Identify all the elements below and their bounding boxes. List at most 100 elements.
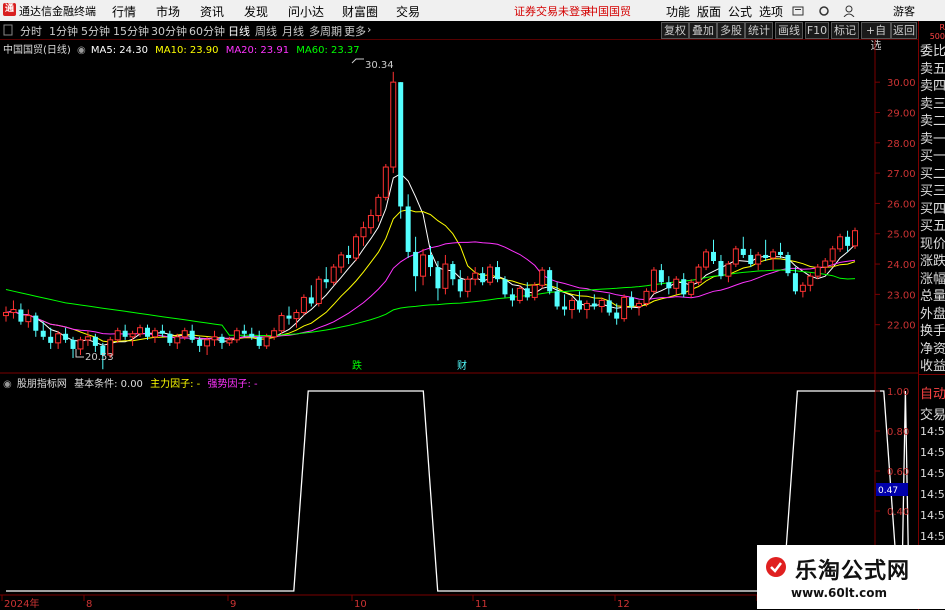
high-price-label: 30.34 (365, 60, 394, 71)
menu-options[interactable]: 选项 (759, 3, 783, 20)
candle-body (785, 254, 791, 274)
watermark-url: www.60lt.com (791, 586, 888, 600)
candle-body (33, 315, 39, 331)
app-title: 通达信金融终端 (19, 5, 96, 18)
trade-time-entry: 14:56 (920, 488, 945, 501)
candle-body (621, 296, 628, 320)
candle-body (271, 330, 278, 338)
menu-quotes[interactable]: 行情 (112, 3, 136, 20)
more-chevron-icon[interactable]: › (367, 23, 371, 36)
candle-body (174, 336, 181, 344)
login-warning[interactable]: 证券交易未登录 (514, 3, 591, 19)
menu-ask[interactable]: 问小达 (288, 3, 324, 20)
auto-trade-label[interactable]: 自动 (920, 383, 945, 402)
period-multi[interactable]: 多周期 (309, 23, 342, 39)
candle-body (778, 251, 784, 255)
overlay-button[interactable]: 叠加 (689, 22, 717, 39)
candle-body (718, 261, 724, 277)
candle-body (308, 297, 314, 304)
menu-news[interactable]: 资讯 (200, 3, 224, 20)
strong-factor-label: 强势因子: - (207, 379, 258, 390)
candle-body (629, 297, 635, 307)
stats-button[interactable]: 统计 (745, 22, 773, 39)
title-bar: 通 通达信金融终端 行情 市场 资讯 发现 问小达 财富圈 交易 证券交易未登录… (0, 0, 945, 21)
period-more[interactable]: 更多 (344, 23, 366, 39)
menu-toggle-icon[interactable] (3, 24, 13, 36)
menu-discover[interactable]: 发现 (244, 3, 268, 20)
ma60-line (5, 269, 856, 336)
candle-body (330, 266, 337, 283)
date-axis-label: 2024年 (4, 597, 39, 609)
candle-body (531, 284, 538, 298)
date-axis-label: 9 (230, 599, 236, 609)
menu-market[interactable]: 市场 (156, 3, 180, 20)
candle-body (256, 336, 262, 346)
indicator-axis-label: 0.60 (887, 467, 909, 478)
period-5min[interactable]: 5分钟 (81, 23, 110, 39)
period-monthly[interactable]: 月线 (282, 23, 304, 39)
menu-wealth[interactable]: 财富圈 (342, 3, 378, 20)
adjust-button[interactable]: 复权 (661, 22, 689, 39)
candle-body (524, 288, 530, 298)
candle-body (435, 267, 441, 289)
user-icon[interactable] (843, 5, 855, 17)
draw-line-button[interactable]: 画线 (775, 22, 803, 39)
period-15min[interactable]: 15分钟 (113, 23, 149, 39)
price-axis-label: 27.00 (887, 169, 916, 180)
candle-body (181, 330, 188, 338)
user-name[interactable]: 游客 (893, 3, 915, 19)
candle-body (263, 336, 270, 347)
quote-field-label: 收益 (920, 359, 945, 374)
event-marker-finance[interactable]: 财 (457, 359, 467, 372)
candle-body (63, 333, 69, 340)
mark-button[interactable]: 标记 (831, 22, 859, 39)
add-watchlist-button[interactable]: +自选 (861, 22, 891, 52)
candle-body (614, 312, 620, 319)
indicator-collapse-icon[interactable]: ◉ (3, 379, 12, 390)
watermark-title: 乐淘公式网 (795, 559, 911, 584)
candle-body (360, 227, 367, 238)
indicator-name[interactable]: 股朋指标网 (17, 379, 67, 390)
candle-body (382, 166, 389, 198)
base-condition-label: 基本条件: 0.00 (74, 379, 143, 390)
candle-body (837, 236, 844, 250)
quote-field-label: 卖二 (920, 114, 945, 129)
period-30min[interactable]: 30分钟 (151, 23, 187, 39)
candle-body (547, 270, 553, 292)
indicator-axis-label: 0.80 (887, 427, 909, 438)
date-axis-label: 8 (86, 599, 92, 609)
candle-body (278, 315, 285, 332)
quote-field-label: 卖一 (920, 131, 945, 147)
candle-body (428, 254, 433, 268)
menu-function[interactable]: 功能 (666, 3, 690, 20)
menu-formula[interactable]: 公式 (728, 3, 752, 20)
settings-icon[interactable] (818, 5, 830, 17)
price-axis-label: 23.00 (887, 290, 916, 301)
candle-body (681, 279, 687, 295)
menu-trade[interactable]: 交易 (396, 3, 420, 20)
period-60min[interactable]: 60分钟 (189, 23, 225, 39)
quote-field-label: 买五 (920, 219, 945, 234)
candle-body (770, 251, 777, 259)
event-marker-drop[interactable]: 跌 (352, 359, 362, 372)
trade-time-entry: 14:56 (920, 509, 945, 522)
collapse-icon[interactable]: ◉ (77, 45, 86, 56)
period-timeshare[interactable]: 分时 (20, 23, 42, 39)
candle-body (420, 254, 427, 277)
back-button[interactable]: 返回 (891, 22, 917, 39)
period-weekly[interactable]: 周线 (255, 23, 277, 39)
skin-icon[interactable] (792, 5, 804, 17)
candle-body (583, 302, 590, 311)
quote-field-label: 总量 (920, 289, 945, 304)
candle-body (286, 315, 292, 319)
multi-stock-button[interactable]: 多股 (717, 22, 745, 39)
kline-chart[interactable]: 30.00 29.00 28.00 27.00 26.00 25.00 24.00 23.00… (0, 39, 918, 609)
period-daily[interactable]: 日线 (228, 23, 250, 39)
date-axis-label: 11 (475, 599, 488, 609)
candle-body (829, 248, 836, 262)
candle-body (92, 336, 98, 346)
period-1min[interactable]: 1分钟 (49, 23, 78, 39)
f10-button[interactable]: F10 (805, 22, 829, 39)
candle-body (711, 251, 716, 262)
menu-layout[interactable]: 版面 (697, 3, 721, 20)
